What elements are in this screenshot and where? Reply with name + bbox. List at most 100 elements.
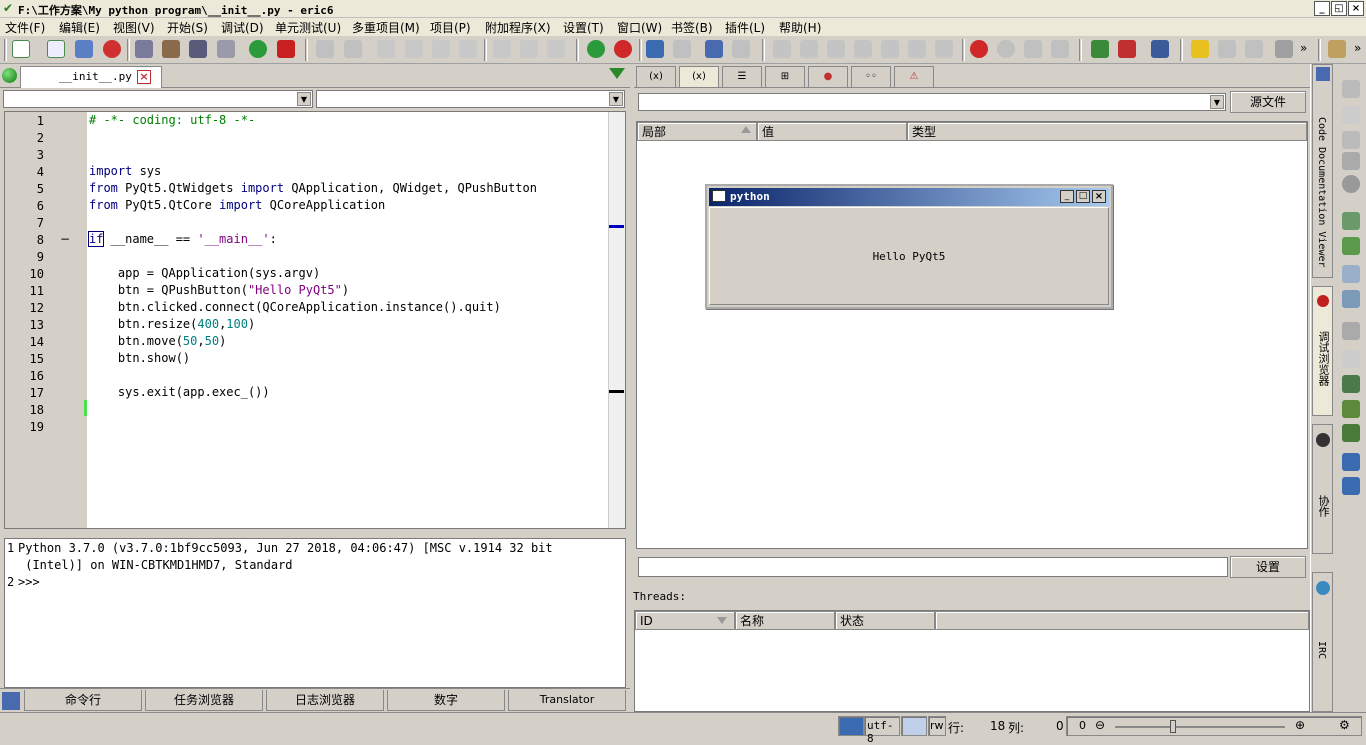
toolbar-overflow-icon[interactable]: »	[1300, 41, 1307, 55]
tab-calltrace-icon[interactable]: ⊞	[765, 66, 805, 87]
tool-icon[interactable]	[1342, 131, 1360, 149]
menu-settings[interactable]: 设置(T)	[563, 19, 604, 36]
close-all-icon[interactable]	[277, 40, 295, 58]
column-header-name[interactable]: 名称	[735, 611, 835, 630]
previous-breakpoint-icon[interactable]	[1051, 40, 1069, 58]
bookmark-prev-icon[interactable]	[1245, 40, 1263, 58]
align-icon[interactable]	[854, 40, 872, 58]
undo-icon[interactable]	[316, 40, 334, 58]
bookmark-clear-icon[interactable]	[1275, 40, 1293, 58]
zoom-out-icon[interactable]: ⊖	[1095, 718, 1105, 732]
column-header-type[interactable]: 类型	[907, 122, 1307, 141]
python-shell[interactable]: 1 Python 3.7.0 (v3.7.0:1bf9cc5093, Jun 2…	[4, 538, 626, 688]
uncomment-icon[interactable]	[520, 40, 538, 58]
tab-watch-icon[interactable]: ◦◦	[851, 66, 891, 87]
column-header-state[interactable]: 状态	[835, 611, 935, 630]
menu-start[interactable]: 开始(S)	[167, 19, 208, 36]
print-icon[interactable]	[75, 40, 93, 58]
menu-bookmarks[interactable]: 书签(B)	[671, 19, 713, 36]
menu-multiproject[interactable]: 多重项目(M)	[352, 19, 420, 36]
chevron-down-icon[interactable]: ▼	[1210, 95, 1224, 109]
gear-icon[interactable]	[1342, 175, 1360, 193]
close-file-icon[interactable]	[103, 40, 121, 58]
pen-icon[interactable]	[1342, 350, 1360, 368]
python-icon[interactable]	[646, 40, 664, 58]
restore-button[interactable]: ◱	[1331, 1, 1347, 16]
delete-icon[interactable]	[459, 40, 477, 58]
save-copy-icon[interactable]	[217, 40, 235, 58]
unindent-icon[interactable]	[827, 40, 845, 58]
menu-plugins[interactable]: 插件(L)	[725, 19, 765, 36]
tab-log-viewer[interactable]: 日志浏览器	[266, 690, 384, 711]
tab-breakpoints-icon[interactable]: ●	[808, 66, 848, 87]
wrench-icon[interactable]	[1342, 152, 1360, 170]
editor-scrollbar[interactable]	[608, 112, 625, 528]
tab-globals-icon[interactable]: (x)	[636, 66, 676, 87]
toggle-comment-icon[interactable]	[547, 40, 565, 58]
zoom-in-icon[interactable]: ⊕	[1295, 718, 1305, 732]
python-icon[interactable]	[1342, 477, 1360, 495]
popup-minimize-button[interactable]: _	[1060, 190, 1074, 203]
fold-marker-icon[interactable]: −	[60, 232, 70, 246]
tool-icon[interactable]	[1342, 375, 1360, 393]
column-header-value[interactable]: 值	[757, 122, 907, 141]
tool-icon[interactable]	[1342, 424, 1360, 442]
popup-title-bar[interactable]: python _ □ ×	[709, 188, 1109, 206]
new-window-icon[interactable]	[47, 40, 65, 58]
source-combo[interactable]: ▼	[638, 93, 1226, 111]
tab-cooperation[interactable]: 协作	[1312, 424, 1333, 554]
zoom-slider-track[interactable]	[1115, 726, 1285, 728]
tool-icon[interactable]	[1342, 106, 1360, 124]
wrap-icon[interactable]	[881, 40, 899, 58]
tool-icon[interactable]	[1342, 265, 1360, 283]
source-file-button[interactable]: 源文件	[1230, 91, 1306, 113]
close-tab-icon[interactable]: ×	[137, 70, 151, 84]
tab-numbers[interactable]: 数字	[387, 690, 505, 711]
clear-breakpoint-icon[interactable]	[997, 40, 1015, 58]
indent-icon[interactable]	[800, 40, 818, 58]
download-icon[interactable]	[1091, 40, 1109, 58]
profile-icon[interactable]	[732, 40, 750, 58]
tab-irc[interactable]: IRC	[1312, 572, 1333, 712]
tool-icon[interactable]	[1342, 290, 1360, 308]
next-breakpoint-icon[interactable]	[1024, 40, 1042, 58]
tab-task-viewer[interactable]: 任务浏览器	[145, 690, 263, 711]
tool-icon[interactable]	[1342, 400, 1360, 418]
pyqt-popup-window[interactable]: python _ □ × Hello PyQt5	[705, 184, 1113, 309]
comment-icon[interactable]	[493, 40, 511, 58]
tab-locals-icon[interactable]: (x)	[679, 66, 719, 87]
new-file-icon[interactable]	[12, 40, 30, 58]
stop-icon[interactable]	[614, 40, 632, 58]
tab-init-py[interactable]: __init__.py ×	[20, 66, 162, 88]
database-icon[interactable]	[1342, 322, 1360, 340]
reload-icon[interactable]	[249, 40, 267, 58]
project-icon[interactable]	[673, 40, 691, 58]
menu-view[interactable]: 视图(V)	[113, 19, 155, 36]
column-header-locals[interactable]: 局部	[637, 122, 757, 141]
popup-maximize-button[interactable]: □	[1076, 190, 1090, 203]
format-icon[interactable]	[908, 40, 926, 58]
popup-close-button[interactable]: ×	[1092, 190, 1106, 203]
menu-file[interactable]: 文件(F)	[5, 19, 45, 36]
zoom-slider-handle[interactable]	[1170, 720, 1176, 733]
upload-icon[interactable]	[1151, 40, 1169, 58]
menu-debug[interactable]: 调试(D)	[221, 19, 264, 36]
menu-unittest[interactable]: 单元测试(U)	[275, 19, 341, 36]
tab-exceptions-icon[interactable]: ⚠	[894, 66, 934, 87]
tab-shell[interactable]: 命令行	[24, 690, 142, 711]
tab-code-documentation-viewer[interactable]: Code Documentation Viewer	[1312, 64, 1333, 278]
debug-icon[interactable]	[705, 40, 723, 58]
chevron-down-icon[interactable]: ▼	[297, 92, 311, 106]
chevron-down-icon[interactable]: ▼	[609, 92, 623, 106]
tab-menu-arrow-icon[interactable]	[609, 68, 625, 79]
menu-project[interactable]: 项目(P)	[430, 19, 471, 36]
bookmark-star-icon[interactable]	[1191, 40, 1209, 58]
menu-extras[interactable]: 附加程序(X)	[485, 19, 551, 36]
menu-window[interactable]: 窗口(W)	[617, 19, 662, 36]
close-window-button[interactable]: ×	[1348, 1, 1364, 16]
minimize-button[interactable]: _	[1314, 1, 1330, 16]
tab-callstack-icon[interactable]: ☰	[722, 66, 762, 87]
threads-table[interactable]: ID 名称 状态	[634, 610, 1310, 712]
redo-icon[interactable]	[344, 40, 362, 58]
filter-icon[interactable]	[2, 692, 20, 710]
